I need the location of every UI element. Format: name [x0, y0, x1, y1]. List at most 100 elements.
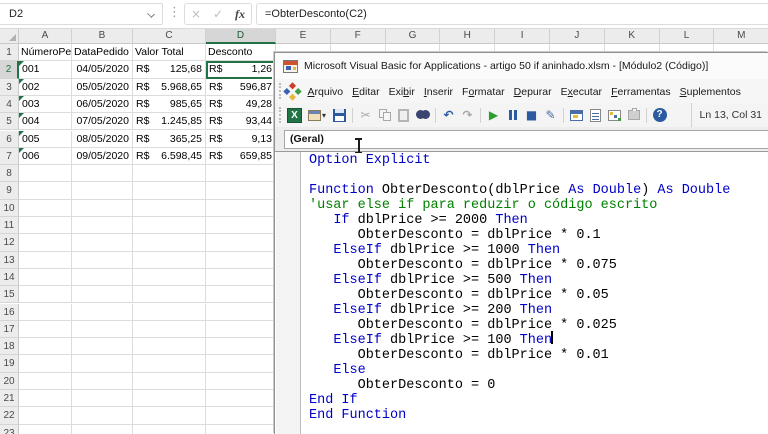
cell-D14[interactable]: [206, 268, 276, 287]
toolbox-button[interactable]: [625, 107, 642, 124]
menu-editar[interactable]: Editar: [348, 83, 384, 101]
cell-A16[interactable]: [19, 303, 72, 321]
insert-userform-button[interactable]: ▾: [305, 107, 329, 124]
cell-D17[interactable]: [206, 320, 276, 339]
dropdown-arrow-icon[interactable]: ▾: [322, 111, 326, 120]
cell-C7[interactable]: R$ 6.598,45: [133, 147, 206, 166]
cell-A21[interactable]: [19, 390, 72, 408]
cell-C14[interactable]: [133, 268, 206, 287]
row-header-1[interactable]: 1: [0, 44, 19, 62]
row-header-17[interactable]: 17: [0, 320, 19, 339]
cell-D3[interactable]: R$ 596,87: [206, 78, 276, 96]
cell-B23[interactable]: [72, 424, 133, 434]
menu-suplementos[interactable]: Suplementos: [675, 83, 745, 101]
cell-B3[interactable]: 05/05/2020: [72, 78, 133, 96]
design-mode-button[interactable]: ✎: [542, 107, 559, 124]
menu-depurar[interactable]: Depurar: [509, 83, 556, 101]
row-header-15[interactable]: 15: [0, 286, 19, 304]
cell-A4[interactable]: 003: [19, 95, 72, 114]
cell-B13[interactable]: [72, 251, 133, 269]
cell-D4[interactable]: R$ 49,28: [206, 95, 276, 114]
cancel-icon[interactable]: ×: [191, 7, 201, 21]
row-header-23[interactable]: 23: [0, 424, 19, 434]
menu-ferramentas[interactable]: Ferramentas: [607, 83, 676, 101]
cell-D20[interactable]: [206, 372, 276, 390]
select-all-corner[interactable]: [0, 29, 19, 44]
cell-B18[interactable]: [72, 338, 133, 356]
reset-button[interactable]: ■: [523, 107, 540, 124]
cell-A10[interactable]: [19, 199, 72, 217]
save-button[interactable]: [331, 107, 348, 124]
chevron-down-icon[interactable]: [147, 10, 155, 18]
row-header-18[interactable]: 18: [0, 338, 19, 356]
cell-C8[interactable]: [133, 165, 206, 183]
col-header-G[interactable]: G: [385, 29, 441, 44]
project-explorer-button[interactable]: [568, 107, 585, 124]
cell-D11[interactable]: [206, 217, 276, 235]
cell-A18[interactable]: [19, 338, 72, 356]
cell-C23[interactable]: [133, 424, 206, 434]
cell-D18[interactable]: [206, 338, 276, 356]
margin-indicator-bar[interactable]: [276, 152, 301, 434]
cell-C20[interactable]: [133, 372, 206, 390]
cell-A14[interactable]: [19, 268, 72, 287]
menu-formatar[interactable]: Formatar: [458, 83, 510, 101]
cell-D1[interactable]: Desconto: [206, 44, 276, 62]
menu-exibir[interactable]: Exibir: [384, 83, 419, 101]
row-header-10[interactable]: 10: [0, 199, 19, 217]
help-button[interactable]: ?: [651, 107, 668, 124]
cell-B2[interactable]: 04/05/2020: [72, 61, 133, 79]
menu-inserir[interactable]: Inserir: [419, 83, 457, 101]
col-header-I[interactable]: I: [495, 29, 550, 44]
cell-B10[interactable]: [72, 199, 133, 217]
cell-B5[interactable]: 07/05/2020: [72, 113, 133, 131]
col-header-F[interactable]: F: [330, 29, 386, 44]
cell-D19[interactable]: [206, 355, 276, 373]
cell-B19[interactable]: [72, 355, 133, 373]
menu-executar[interactable]: Executar: [556, 83, 606, 101]
cell-C12[interactable]: [133, 234, 206, 252]
run-button[interactable]: ▶: [485, 107, 502, 124]
object-browser-button[interactable]: [606, 107, 623, 124]
row-header-5[interactable]: 5: [0, 113, 19, 131]
row-header-8[interactable]: 8: [0, 165, 19, 183]
cell-C13[interactable]: [133, 251, 206, 269]
cell-A6[interactable]: 005: [19, 130, 72, 148]
redo-button[interactable]: ↷: [459, 107, 476, 124]
insert-function-icon[interactable]: fx: [235, 7, 245, 22]
col-header-B[interactable]: B: [72, 29, 133, 44]
row-header-20[interactable]: 20: [0, 372, 19, 390]
cell-A22[interactable]: [19, 407, 72, 425]
cell-D5[interactable]: R$ 93,44: [206, 113, 276, 131]
cell-D9[interactable]: [206, 182, 276, 200]
col-header-H[interactable]: H: [440, 29, 496, 44]
row-header-4[interactable]: 4: [0, 95, 19, 114]
row-header-3[interactable]: 3: [0, 78, 19, 96]
code-editor[interactable]: Option Explicit Function ObterDesconto(db…: [301, 153, 768, 434]
cell-D12[interactable]: [206, 234, 276, 252]
cell-A11[interactable]: [19, 217, 72, 235]
cell-C11[interactable]: [133, 217, 206, 235]
col-header-E[interactable]: E: [276, 29, 331, 44]
col-header-J[interactable]: J: [550, 29, 605, 44]
col-header-L[interactable]: L: [659, 29, 715, 44]
cell-A15[interactable]: [19, 286, 72, 304]
cell-A2[interactable]: 001: [19, 61, 72, 79]
cell-C2[interactable]: R$ 125,68: [133, 61, 206, 79]
cell-B1[interactable]: DataPedido: [72, 44, 133, 62]
row-header-22[interactable]: 22: [0, 407, 19, 425]
cell-B4[interactable]: 06/05/2020: [72, 95, 133, 114]
cell-C16[interactable]: [133, 303, 206, 321]
cell-C19[interactable]: [133, 355, 206, 373]
cell-B15[interactable]: [72, 286, 133, 304]
cell-B20[interactable]: [72, 372, 133, 390]
cell-A13[interactable]: [19, 251, 72, 269]
cell-D22[interactable]: [206, 407, 276, 425]
find-button[interactable]: [414, 107, 431, 124]
cell-A8[interactable]: [19, 165, 72, 183]
cell-C4[interactable]: R$ 985,65: [133, 95, 206, 114]
more-options-icon[interactable]: ⋮: [168, 5, 181, 20]
cell-D6[interactable]: R$ 9,13: [206, 130, 276, 148]
menu-arquivo[interactable]: Arquivo: [303, 83, 348, 101]
cell-A1[interactable]: NúmeroPedido: [19, 44, 72, 62]
